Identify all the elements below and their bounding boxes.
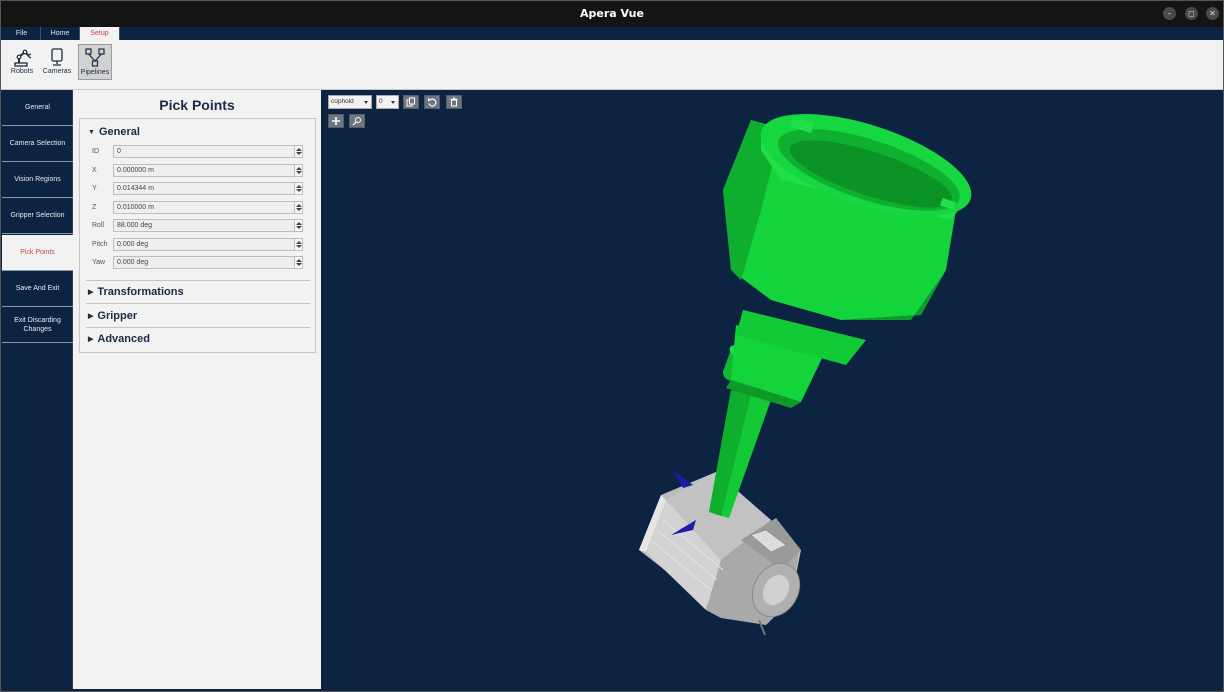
undo-icon xyxy=(428,98,437,107)
field-label-roll: Roll xyxy=(92,222,105,229)
properties-box: ▼ General ID 0 X 0.000000 m Y 0.014344 m … xyxy=(79,118,316,353)
object-select-value: cophold xyxy=(331,98,354,105)
add-icon xyxy=(332,117,340,125)
field-label-yaw: Yaw xyxy=(92,259,106,266)
field-label-x: X xyxy=(92,167,97,174)
sidebar-item-exit-discarding[interactable]: Exit Discarding Changes xyxy=(2,307,73,343)
field-row-x: X 0.000000 m xyxy=(80,164,317,178)
pick-point-icon xyxy=(352,117,361,126)
index-select[interactable]: 0 xyxy=(376,95,399,109)
pick-point-tool-button[interactable] xyxy=(349,114,365,128)
field-label-y: Y xyxy=(92,185,97,192)
field-row-z: Z 0.010000 m xyxy=(80,201,317,215)
z-spinner[interactable] xyxy=(294,201,303,214)
minimize-icon[interactable]: – xyxy=(1163,7,1176,20)
section-general-label: General xyxy=(98,126,140,138)
chevron-right-icon: ▶ xyxy=(88,336,94,343)
roll-spinner[interactable] xyxy=(294,219,303,232)
pick-points-panel: Pick Points ▼ General ID 0 X 0.000000 m Y… xyxy=(73,90,321,689)
window-title: Apera Vue xyxy=(580,7,644,20)
section-transformations-label: Transformations xyxy=(97,286,184,298)
title-bar: Apera Vue – ◻ ✕ xyxy=(1,1,1223,27)
close-icon[interactable]: ✕ xyxy=(1206,7,1219,20)
sidebar-item-save-and-exit[interactable]: Save And Exit xyxy=(2,271,73,307)
chevron-right-icon: ▶ xyxy=(88,289,94,296)
field-row-pitch: Pitch 0.000 deg xyxy=(80,238,317,252)
yaw-spinner[interactable] xyxy=(294,256,303,269)
undo-button[interactable] xyxy=(424,95,440,109)
sidebar-item-general[interactable]: General xyxy=(2,90,73,126)
cameras-label: Cameras xyxy=(42,68,72,75)
camera-icon xyxy=(51,48,63,66)
section-gripper[interactable]: ▶ Gripper xyxy=(88,310,137,322)
delete-button[interactable] xyxy=(446,95,462,109)
section-general[interactable]: ▼ General xyxy=(88,126,140,138)
gripper-model xyxy=(709,113,972,518)
pipelines-label: Pipelines xyxy=(80,69,110,76)
field-label-z: Z xyxy=(92,204,97,211)
robots-button[interactable]: Robots xyxy=(5,44,39,80)
pipelines-button[interactable]: Pipelines xyxy=(78,44,112,80)
pitch-field[interactable]: 0.000 deg xyxy=(113,238,295,251)
sidebar-item-pick-points[interactable]: Pick Points xyxy=(2,235,73,271)
tab-home[interactable]: Home xyxy=(41,27,80,40)
copy-icon xyxy=(406,97,415,107)
maximize-icon[interactable]: ◻ xyxy=(1185,7,1198,20)
object-select[interactable]: cophold xyxy=(328,95,372,109)
3d-viewport[interactable]: cophold 0 xyxy=(321,90,1223,689)
sidebar-item-vision-regions[interactable]: Vision Regions xyxy=(2,162,73,198)
yaw-field[interactable]: 0.000 deg xyxy=(113,256,295,269)
section-divider xyxy=(86,327,310,328)
index-select-value: 0 xyxy=(379,98,383,105)
chevron-right-icon: ▶ xyxy=(88,313,94,320)
field-row-yaw: Yaw 0.000 deg xyxy=(80,256,317,270)
y-field[interactable]: 0.014344 m xyxy=(113,182,295,195)
x-field[interactable]: 0.000000 m xyxy=(113,164,295,177)
section-divider xyxy=(86,303,310,304)
section-advanced-label: Advanced xyxy=(97,333,150,345)
app-window: Apera Vue – ◻ ✕ File Home Setup Robots C… xyxy=(0,0,1224,692)
cameras-button[interactable]: Cameras xyxy=(40,44,74,80)
z-field[interactable]: 0.010000 m xyxy=(113,201,295,214)
field-row-y: Y 0.014344 m xyxy=(80,182,317,196)
section-gripper-label: Gripper xyxy=(97,310,138,322)
field-row-roll: Roll 88.000 deg xyxy=(80,219,317,233)
robot-arm-icon xyxy=(14,49,32,67)
tab-setup[interactable]: Setup xyxy=(80,27,120,40)
pipeline-icon xyxy=(85,48,105,67)
id-field[interactable]: 0 xyxy=(113,145,295,158)
chevron-down-icon: ▼ xyxy=(88,129,95,136)
field-label-id: ID xyxy=(92,148,99,155)
copy-button[interactable] xyxy=(403,95,419,109)
tab-file[interactable]: File xyxy=(3,27,41,40)
roll-field[interactable]: 88.000 deg xyxy=(113,219,295,232)
section-transformations[interactable]: ▶ Transformations xyxy=(88,286,184,298)
trash-icon xyxy=(450,97,458,107)
page-title: Pick Points xyxy=(159,97,235,113)
section-divider xyxy=(86,280,310,281)
field-label-pitch: Pitch xyxy=(92,241,108,248)
id-spinner[interactable] xyxy=(294,145,303,158)
3d-scene[interactable] xyxy=(321,90,1223,689)
sidebar-item-camera-selection[interactable]: Camera Selection xyxy=(2,126,73,162)
field-row-id: ID 0 xyxy=(80,145,317,159)
setup-sidebar: General Camera Selection Vision Regions … xyxy=(2,90,73,689)
sidebar-item-gripper-selection[interactable]: Gripper Selection xyxy=(2,198,73,234)
robots-label: Robots xyxy=(10,68,34,75)
y-spinner[interactable] xyxy=(294,182,303,195)
section-advanced[interactable]: ▶ Advanced xyxy=(88,333,150,345)
menu-bar: File Home Setup xyxy=(1,27,1223,40)
ribbon-toolbar: Robots Cameras Pipelines xyxy=(1,40,1223,90)
add-button[interactable] xyxy=(328,114,344,128)
pitch-spinner[interactable] xyxy=(294,238,303,251)
x-spinner[interactable] xyxy=(294,164,303,177)
